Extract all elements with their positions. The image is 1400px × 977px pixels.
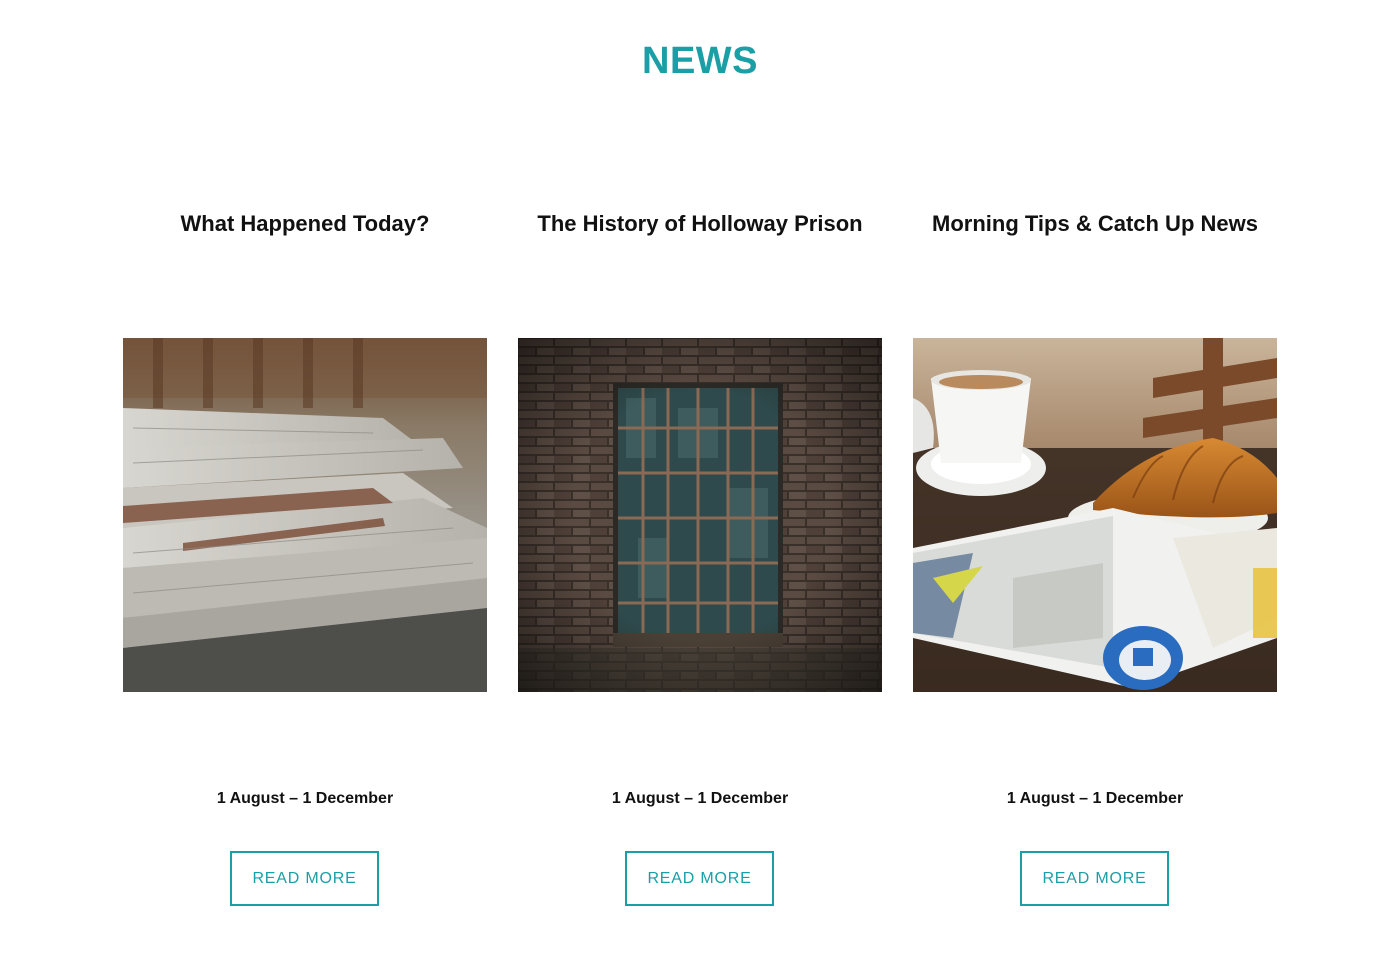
news-card: Morning Tips & Catch Up News 1 August – … <box>913 0 1277 977</box>
newspapers-stack-photo <box>123 338 487 692</box>
news-card: The History of Holloway Prison 1 August … <box>518 0 882 977</box>
newspapers-image[interactable] <box>123 338 487 692</box>
barred-window-brick-wall-photo <box>518 338 882 692</box>
prison-window-image[interactable] <box>518 338 882 692</box>
card-title[interactable]: What Happened Today? <box>83 211 527 237</box>
coffee-magazine-image[interactable] <box>913 338 1277 692</box>
card-date: 1 August – 1 December <box>1006 790 1184 807</box>
read-more-button[interactable]: READ MORE <box>230 851 379 906</box>
card-title[interactable]: The History of Holloway Prison <box>478 211 922 237</box>
card-title[interactable]: Morning Tips & Catch Up News <box>873 211 1317 237</box>
news-section: NEWS What Happened Today? 1 August – 1 D… <box>0 0 1400 977</box>
card-date: 1 August – 1 December <box>611 790 789 807</box>
news-card: What Happened Today? 1 August – 1 Decemb… <box>123 0 487 977</box>
card-date: 1 August – 1 December <box>216 790 394 807</box>
coffee-croissant-magazine-photo <box>913 338 1277 692</box>
read-more-button[interactable]: READ MORE <box>1020 851 1169 906</box>
read-more-button[interactable]: READ MORE <box>625 851 774 906</box>
